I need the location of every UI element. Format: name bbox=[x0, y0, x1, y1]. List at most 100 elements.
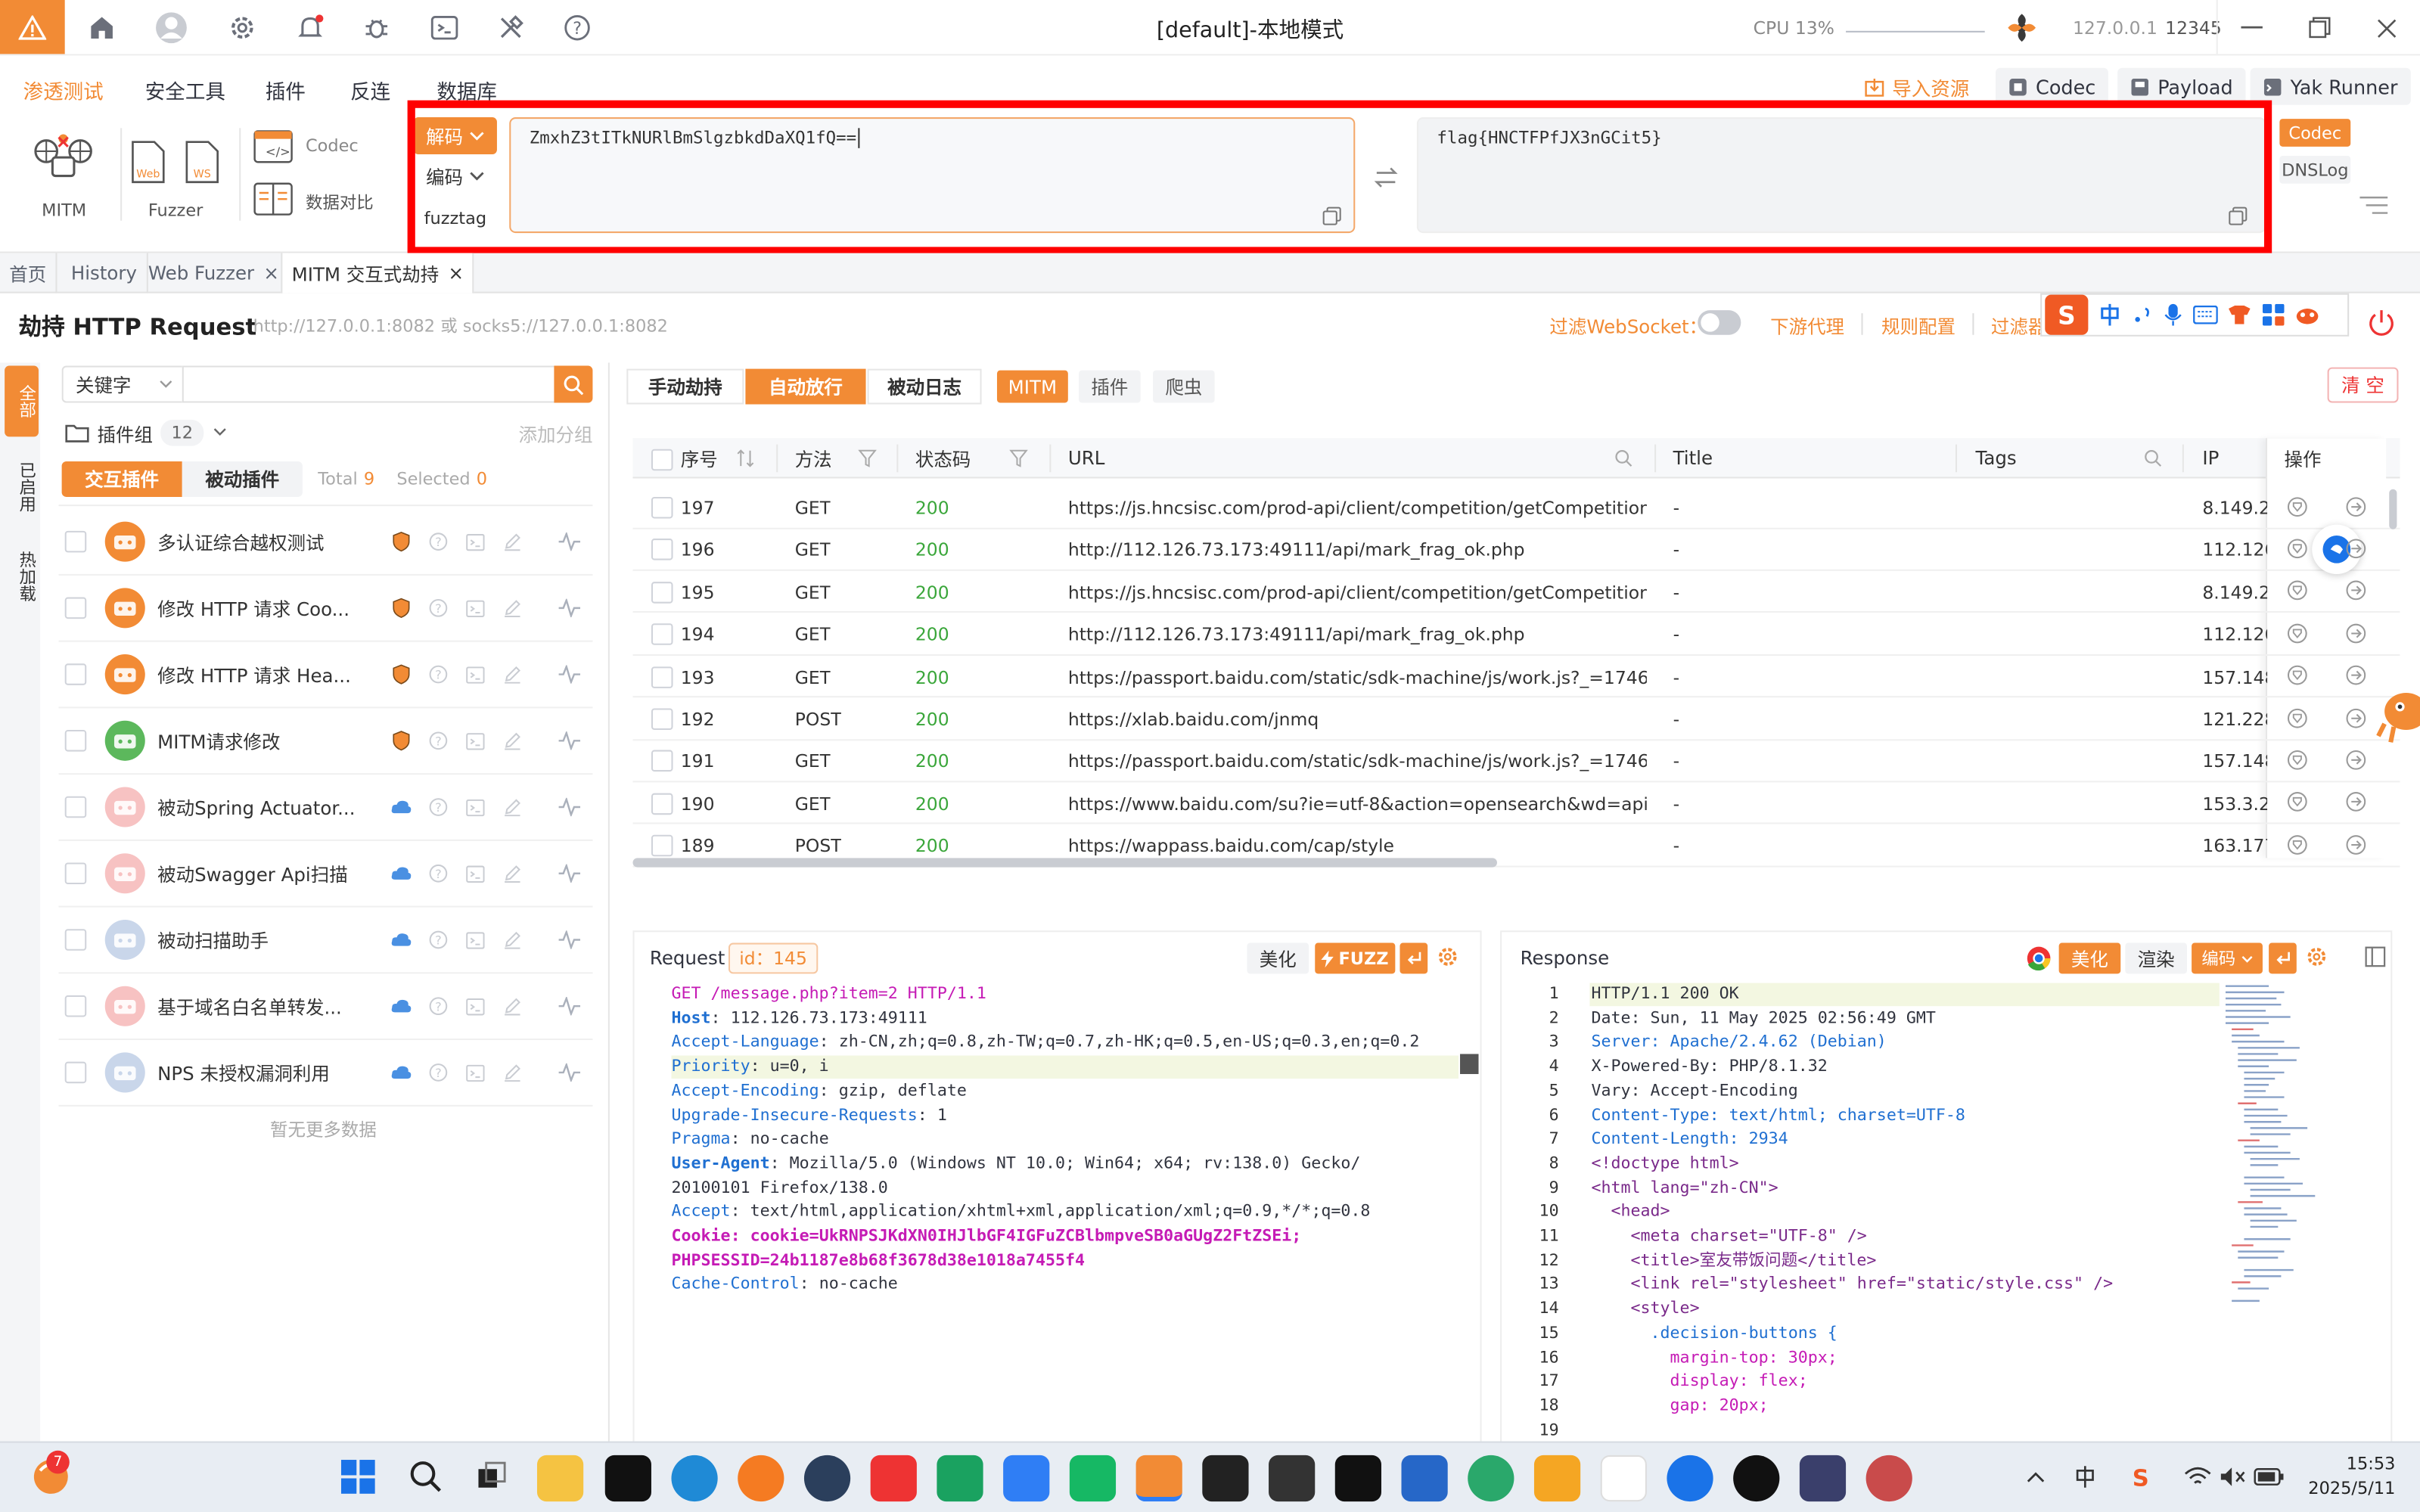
help-icon[interactable]: ? bbox=[427, 599, 449, 617]
plugin-checkbox[interactable] bbox=[64, 862, 87, 885]
table-row[interactable]: 197 GET 200 https://js.hncsisc.com/prod-api… bbox=[632, 486, 2400, 529]
microphone-icon[interactable] bbox=[2162, 303, 2184, 328]
mitm-subtab[interactable]: MITM bbox=[996, 370, 1068, 403]
close-window-icon[interactable] bbox=[2372, 14, 2400, 42]
clock-time[interactable]: 15:53 bbox=[2328, 1454, 2396, 1474]
search-icon[interactable] bbox=[1613, 448, 1635, 470]
col-method[interactable]: 方法 bbox=[795, 438, 832, 478]
table-row[interactable]: 192 POST 200 https://xlab.baidu.com/jnmq - 12… bbox=[632, 697, 2400, 740]
tag-icon[interactable] bbox=[2286, 580, 2308, 602]
table-row[interactable]: 191 GET 200 https://passport.baidu.com/stat… bbox=[632, 740, 2400, 783]
col-ip[interactable]: IP bbox=[2202, 438, 2219, 478]
edit-icon[interactable] bbox=[502, 865, 523, 883]
rule-config-link[interactable]: 规则配置 bbox=[1881, 313, 1956, 340]
send-return-icon[interactable] bbox=[2269, 942, 2297, 974]
code-icon[interactable] bbox=[464, 532, 486, 551]
pulse-icon[interactable] bbox=[558, 996, 582, 1016]
minimize-icon[interactable] bbox=[2238, 14, 2266, 42]
app-k-icon[interactable] bbox=[604, 1455, 651, 1502]
table-row[interactable]: 193 GET 200 https://passport.baidu.com/stat… bbox=[632, 655, 2400, 698]
arrow-right-circle-icon[interactable] bbox=[2344, 622, 2366, 644]
wifi-icon[interactable] bbox=[2182, 1463, 2213, 1491]
close-tab-icon[interactable]: × bbox=[448, 262, 464, 284]
import-resource-button[interactable]: 导入资源 bbox=[1865, 71, 1969, 102]
chevron-up-icon[interactable] bbox=[2022, 1463, 2050, 1491]
tab-history[interactable]: History bbox=[62, 253, 148, 293]
arrow-right-circle-icon[interactable] bbox=[2344, 791, 2366, 813]
pulse-icon[interactable] bbox=[558, 797, 582, 817]
arrow-right-circle-icon[interactable] bbox=[2344, 538, 2366, 560]
qq-icon[interactable] bbox=[1733, 1455, 1780, 1502]
pulse-icon[interactable] bbox=[558, 930, 582, 949]
help-icon[interactable]: ? bbox=[427, 997, 449, 1016]
vtab-enabled[interactable]: 已启用 bbox=[5, 448, 39, 525]
payload-button[interactable]: Payload bbox=[2117, 67, 2245, 105]
file-explorer-icon[interactable] bbox=[536, 1455, 584, 1502]
code-icon[interactable] bbox=[464, 1063, 486, 1082]
row-checkbox[interactable] bbox=[651, 496, 673, 519]
windows-start-icon[interactable] bbox=[338, 1457, 378, 1497]
row-checkbox[interactable] bbox=[651, 581, 673, 604]
clear-button[interactable]: 清 空 bbox=[2327, 367, 2399, 403]
tag-icon[interactable] bbox=[2286, 622, 2308, 644]
tab-passive-plugins[interactable]: 被动插件 bbox=[182, 461, 303, 497]
menu-pentest[interactable]: 渗透测试 bbox=[23, 76, 104, 105]
volume-muted-icon[interactable] bbox=[2218, 1463, 2249, 1491]
filter-funnel-icon[interactable] bbox=[1008, 448, 1030, 470]
edge-browser-icon[interactable] bbox=[671, 1455, 718, 1502]
edit-icon[interactable] bbox=[502, 532, 523, 551]
fuzzer-label[interactable]: Fuzzer bbox=[148, 200, 203, 221]
battery-icon[interactable] bbox=[2254, 1463, 2285, 1491]
burp-icon[interactable] bbox=[1334, 1455, 1381, 1502]
app-leaf-icon[interactable] bbox=[1468, 1455, 1514, 1502]
terminal-taskbar-icon[interactable] bbox=[1202, 1455, 1249, 1502]
wechat-icon[interactable] bbox=[1069, 1455, 1117, 1502]
edit-icon[interactable] bbox=[502, 731, 523, 750]
plugin-row[interactable]: 修改 HTTP 请求 Coo...? bbox=[58, 576, 593, 642]
plugin-row[interactable]: 被动Spring Actuator...? bbox=[58, 775, 593, 841]
app-chat-icon[interactable] bbox=[1667, 1455, 1713, 1502]
tag-icon[interactable] bbox=[2286, 791, 2308, 813]
help-icon[interactable]: ? bbox=[561, 11, 595, 45]
mitm-tool-icon[interactable] bbox=[31, 129, 96, 188]
col-title[interactable]: Title bbox=[1673, 438, 1713, 478]
edit-icon[interactable] bbox=[502, 798, 523, 817]
edit-icon[interactable] bbox=[502, 665, 523, 684]
cloud-drive-icon[interactable] bbox=[1003, 1455, 1050, 1502]
clock-date[interactable]: 2025/5/11 bbox=[2300, 1479, 2395, 1499]
plugin-row[interactable]: 被动扫描助手? bbox=[58, 908, 593, 974]
app-cat-icon[interactable] bbox=[1799, 1455, 1847, 1502]
tag-icon[interactable] bbox=[2286, 706, 2308, 728]
chinese-mode-icon[interactable] bbox=[2098, 303, 2123, 328]
taskbar-search-icon[interactable] bbox=[406, 1457, 446, 1497]
mascot-icon[interactable] bbox=[2295, 303, 2320, 328]
edit-icon[interactable] bbox=[502, 930, 523, 949]
engine-status-icon[interactable] bbox=[2005, 11, 2039, 45]
plugin-group-label[interactable]: 插件组 bbox=[98, 421, 153, 448]
help-icon[interactable]: ? bbox=[427, 864, 449, 883]
help-icon[interactable]: ? bbox=[427, 532, 449, 551]
arrow-right-circle-icon[interactable] bbox=[2344, 580, 2366, 602]
fuzz-button[interactable]: FUZZ bbox=[1315, 942, 1396, 974]
terminal-icon[interactable] bbox=[427, 11, 461, 45]
app-window-icon[interactable] bbox=[1533, 1455, 1581, 1502]
codec-tool-icon[interactable]: </> bbox=[253, 129, 294, 163]
app-avatar-icon[interactable] bbox=[1865, 1455, 1912, 1502]
code-icon[interactable] bbox=[464, 798, 486, 816]
row-checkbox[interactable] bbox=[651, 666, 673, 688]
help-icon[interactable]: ? bbox=[427, 930, 449, 949]
wps-office-icon[interactable] bbox=[870, 1455, 917, 1502]
collapse-panel-icon[interactable] bbox=[2356, 193, 2390, 221]
yak-runner-button[interactable]: Yak Runner bbox=[2250, 67, 2410, 105]
help-icon[interactable]: ? bbox=[427, 665, 449, 684]
plugin-row[interactable]: 修改 HTTP 请求 Hea...? bbox=[58, 642, 593, 709]
tab-mitm[interactable]: MITM 交互式劫持 × bbox=[281, 253, 475, 293]
close-tab-icon[interactable]: × bbox=[263, 262, 279, 284]
user-avatar-icon[interactable] bbox=[154, 11, 188, 45]
tag-icon[interactable] bbox=[2286, 749, 2308, 771]
table-row[interactable]: 195 GET 200 https://js.hncsisc.com/prod-api… bbox=[632, 570, 2400, 613]
mascot-decoration-icon[interactable] bbox=[2372, 682, 2420, 747]
bug-icon[interactable] bbox=[359, 11, 393, 45]
plugin-search-input[interactable] bbox=[182, 365, 556, 403]
yakit-taskbar-icon[interactable] bbox=[1135, 1455, 1182, 1502]
